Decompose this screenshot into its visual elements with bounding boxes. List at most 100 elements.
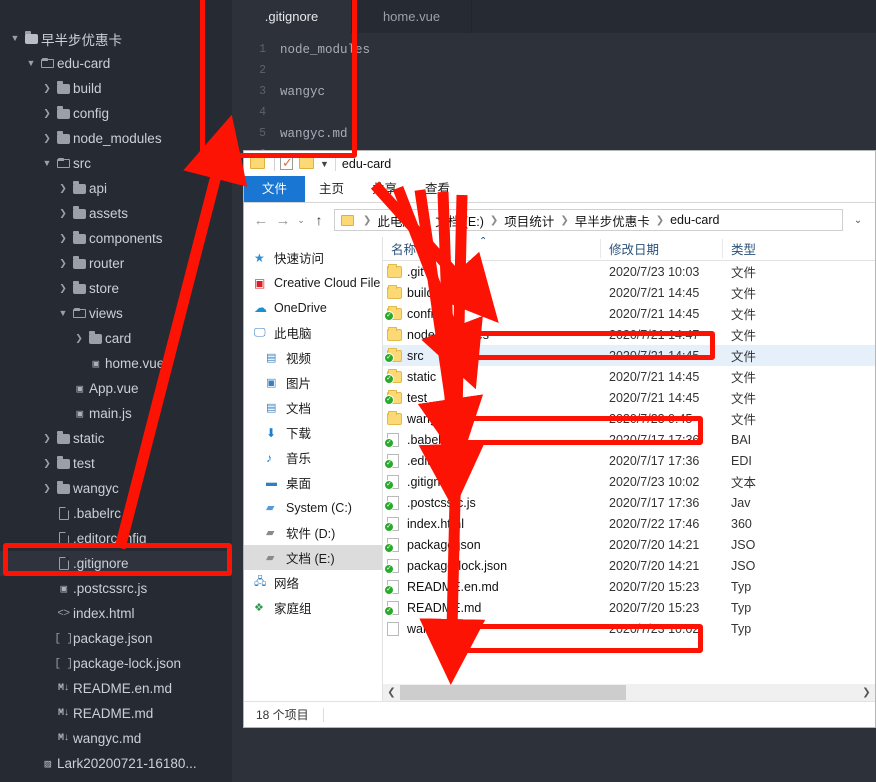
scrollbar-thumb[interactable] (400, 685, 626, 700)
chevron-right-icon[interactable]: ❯ (56, 209, 70, 218)
file-row[interactable]: ✓ .editorconfig 2020/7/17 17:36 EDI (383, 450, 875, 471)
tree-item--gitignore[interactable]: .gitignore (0, 551, 232, 576)
tree-item-card[interactable]: ❯ card (0, 326, 232, 351)
ribbon-tabs[interactable]: 文件 主页 共享 查看 (244, 176, 875, 203)
file-row[interactable]: ✓ package.json 2020/7/20 14:21 JSO (383, 534, 875, 555)
forward-button[interactable]: → (272, 212, 294, 229)
nav-item-6[interactable]: ▤ 文档 (244, 395, 382, 420)
file-row[interactable]: ✓ .babelrc 2020/7/17 17:36 BAI (383, 429, 875, 450)
tree-item-edu-card[interactable]: ▼ edu-card (0, 51, 232, 76)
nav-item-0[interactable]: ★ 快速访问 (244, 245, 382, 270)
file-row[interactable]: ✓ config 2020/7/21 14:45 文件 (383, 303, 875, 324)
tree-item-wangyc-md[interactable]: M↓ wangyc.md (0, 726, 232, 751)
chevron-right-icon[interactable]: ❯ (40, 84, 54, 93)
tree-item-store[interactable]: ❯ store (0, 276, 232, 301)
chevron-down-icon[interactable]: ▼ (24, 59, 38, 68)
breadcrumb-item[interactable]: 此电脑 (377, 211, 415, 230)
breadcrumb-item[interactable]: 项目统计 (504, 211, 554, 230)
nav-item-2[interactable]: ☁ OneDrive (244, 295, 382, 320)
ribbon-tab-3[interactable]: 查看 (411, 176, 464, 202)
nav-item-8[interactable]: ♪ 音乐 (244, 445, 382, 470)
file-row[interactable]: ✓ README.en.md 2020/7/20 15:23 Typ (383, 576, 875, 597)
chevron-right-icon[interactable]: ❯ (40, 484, 54, 493)
folder-icon[interactable] (299, 157, 315, 171)
column-header-date[interactable]: 修改日期 (601, 239, 723, 258)
column-header-type[interactable]: 类型 (723, 239, 763, 258)
file-row[interactable]: ✓ static 2020/7/21 14:45 文件 (383, 366, 875, 387)
nav-item-12[interactable]: ▰ 文档 (E:) (244, 545, 382, 570)
tree-item-assets[interactable]: ❯ assets (0, 201, 232, 226)
nav-item-7[interactable]: ⬇ 下载 (244, 420, 382, 445)
editor-tab-strip[interactable]: .gitignore home.vue (232, 0, 876, 33)
tree-item-readme-md[interactable]: M↓ README.md (0, 701, 232, 726)
scroll-right-arrow[interactable]: ❯ (858, 687, 875, 698)
tree-item--babelrc[interactable]: .babelrc (0, 501, 232, 526)
chevron-down-icon[interactable]: ▼ (56, 309, 70, 318)
nav-item-10[interactable]: ▰ System (C:) (244, 495, 382, 520)
nav-item-9[interactable]: ▬ 桌面 (244, 470, 382, 495)
code-line[interactable]: 4 (232, 102, 876, 123)
editor-tab--gitignore[interactable]: .gitignore (232, 0, 352, 33)
file-row[interactable]: build 2020/7/21 14:45 文件 (383, 282, 875, 303)
tree-item-wangyc[interactable]: ❯ wangyc (0, 476, 232, 501)
chevron-down-icon[interactable]: ▼ (8, 34, 22, 43)
scroll-left-arrow[interactable]: ❮ (383, 687, 400, 698)
tree-item-lark20200721-16180-[interactable]: ▨ Lark20200721-16180... (0, 751, 232, 776)
tree-item-node-modules[interactable]: ❯ node_modules (0, 126, 232, 151)
nav-item-14[interactable]: ❖ 家庭组 (244, 595, 382, 620)
up-button[interactable]: ↑ (308, 212, 330, 228)
nav-item-13[interactable]: 🖧 网络 (244, 570, 382, 595)
file-row[interactable]: ✓ index.html 2020/7/22 17:46 360 (383, 513, 875, 534)
dropdown-caret-icon[interactable]: ▼ (320, 159, 329, 169)
tree-item-components[interactable]: ❯ components (0, 226, 232, 251)
tree-item-build[interactable]: ❯ build (0, 76, 232, 101)
tree-item-index-html[interactable]: <> index.html (0, 601, 232, 626)
nav-item-1[interactable]: ▣ Creative Cloud File (244, 270, 382, 295)
nav-item-3[interactable]: 🖵 此电脑 (244, 320, 382, 345)
chevron-right-icon[interactable]: ❯ (56, 284, 70, 293)
recent-locations-button[interactable]: ⌄ (294, 215, 308, 226)
tree-item-api[interactable]: ❯ api (0, 176, 232, 201)
code-line[interactable]: 3 wangyc (232, 81, 876, 102)
chevron-down-icon[interactable]: ▼ (40, 159, 54, 168)
tree-item-test[interactable]: ❯ test (0, 451, 232, 476)
tree-item-src[interactable]: ▼ src (0, 151, 232, 176)
horizontal-scrollbar[interactable]: ❮ ❯ (383, 684, 875, 701)
back-button[interactable]: ← (250, 212, 272, 229)
chevron-right-icon[interactable]: ❯ (40, 134, 54, 143)
file-row[interactable]: .git 2020/7/23 10:03 文件 (383, 261, 875, 282)
file-list[interactable]: .git 2020/7/23 10:03 文件 build 2020/7/21 14:4… (383, 261, 875, 639)
ribbon-tab-1[interactable]: 主页 (305, 176, 358, 202)
tree-item--postcssrc-js[interactable]: ▣ .postcssrc.js (0, 576, 232, 601)
chevron-right-icon[interactable]: ❯ (56, 234, 70, 243)
vscode-explorer-sidebar[interactable]: ▼ 早半步优惠卡 ▼ edu-card ❯ build ❯ config ❯ node_modul… (0, 0, 232, 782)
column-header-name[interactable]: 名称 (383, 239, 601, 258)
file-row[interactable]: wangyc.md 2020/7/23 10:02 Typ (383, 618, 875, 639)
breadcrumb-item[interactable]: 早半步优惠卡 (575, 211, 650, 230)
code-line[interactable]: 2 (232, 60, 876, 81)
nav-item-4[interactable]: ▤ 视频 (244, 345, 382, 370)
tree-item-app-vue[interactable]: ▣ App.vue (0, 376, 232, 401)
file-row[interactable]: node_modules 2020/7/21 14:47 文件 (383, 324, 875, 345)
tree-item-main-js[interactable]: ▣ main.js (0, 401, 232, 426)
chevron-right-icon[interactable]: ❯ (72, 334, 86, 343)
editor-tab-home-vue[interactable]: home.vue (352, 0, 472, 33)
nav-item-11[interactable]: ▰ 软件 (D:) (244, 520, 382, 545)
chevron-right-icon[interactable]: ❯ (56, 184, 70, 193)
file-row[interactable]: ✓ .postcssrc.js 2020/7/17 17:36 Jav (383, 492, 875, 513)
file-list-pane[interactable]: 名称 修改日期 类型 ⌃ .git 2020/7/23 10:03 文件 build 2020… (382, 237, 875, 701)
file-row[interactable]: ✓ src 2020/7/21 14:45 文件 (383, 345, 875, 366)
breadcrumb-item[interactable]: edu-card (670, 213, 719, 227)
ribbon-tab-2[interactable]: 共享 (358, 176, 411, 202)
chevron-right-icon[interactable]: ❯ (40, 434, 54, 443)
checkbox-checked-icon[interactable] (280, 155, 296, 171)
chevron-right-icon[interactable]: ❯ (56, 259, 70, 268)
file-row[interactable]: wangyc 2020/7/23 9:45 文件 (383, 408, 875, 429)
breadcrumb-dropdown-icon[interactable]: ⌄ (847, 215, 869, 226)
navigation-pane[interactable]: ★ 快速访问 ▣ Creative Cloud File ☁ OneDrive 🖵 此电脑 ▤ 视… (244, 237, 382, 701)
code-content[interactable]: 1node_modules23wangyc45wangyc.md6 (232, 33, 876, 165)
file-row[interactable]: ✓ package-lock.json 2020/7/20 14:21 JSO (383, 555, 875, 576)
folder-icon[interactable] (250, 157, 266, 171)
tree-item-static[interactable]: ❯ static (0, 426, 232, 451)
file-row[interactable]: ✓ test 2020/7/21 14:45 文件 (383, 387, 875, 408)
